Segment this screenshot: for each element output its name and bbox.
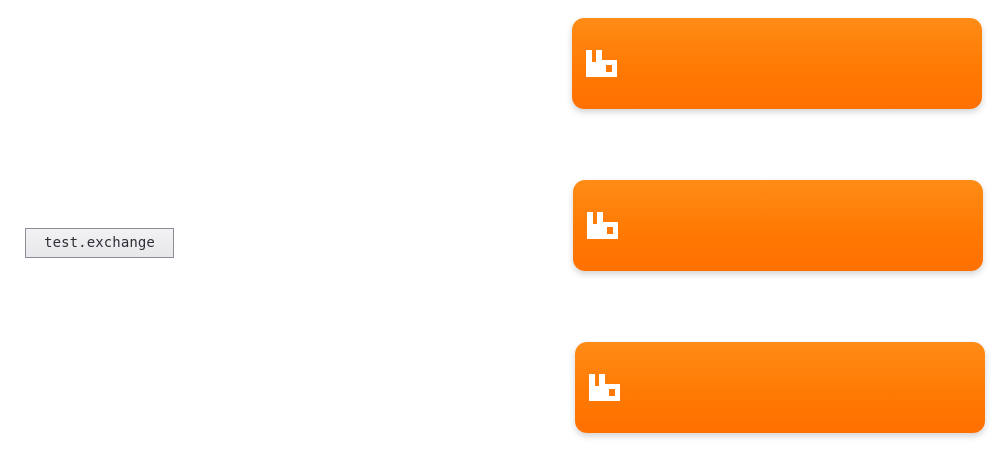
rabbitmq-node-2	[573, 180, 983, 271]
rabbitmq-node-1	[572, 18, 982, 109]
exchange-label: test.exchange	[25, 228, 174, 258]
rabbitmq-node-3	[575, 342, 985, 433]
rabbitmq-logo-icon	[587, 212, 619, 239]
diagram-canvas: test.exchange	[0, 0, 1007, 452]
rabbitmq-logo-icon	[589, 374, 621, 401]
rabbitmq-logo-icon	[586, 50, 618, 77]
